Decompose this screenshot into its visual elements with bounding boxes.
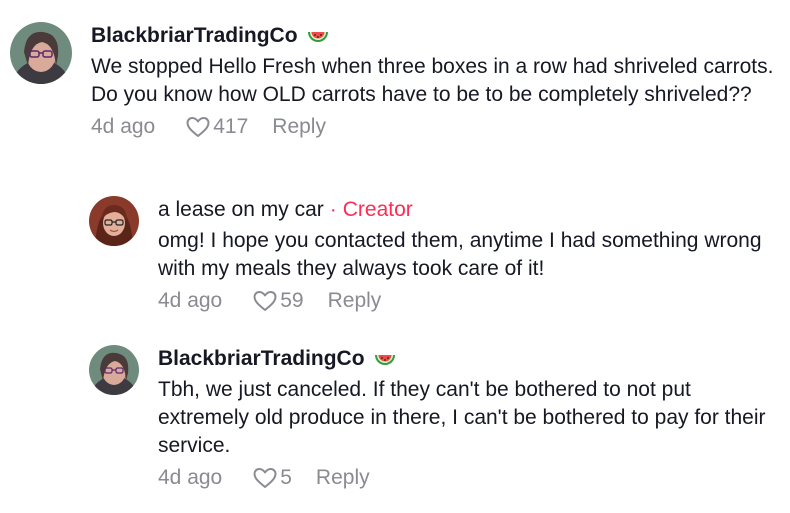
like-button[interactable]: 59 (252, 287, 304, 315)
comment-header: BlackbriarTradingCo (158, 345, 779, 373)
heart-icon (186, 117, 210, 137)
like-button[interactable]: 417 (185, 113, 248, 141)
comment-meta: 4d ago 59 Reply (158, 287, 779, 315)
avatar[interactable] (89, 196, 139, 246)
heart-icon (253, 468, 277, 488)
comment-body: a lease on my car · Creator omg! I hope … (158, 196, 779, 315)
comment-header: BlackbriarTradingCo (91, 22, 780, 50)
reply-comment: BlackbriarTradingCo Tbh, we just cancele… (89, 345, 779, 492)
avatar[interactable] (10, 22, 72, 84)
comment-body: BlackbriarTradingCo We stopped Hello Fre… (91, 22, 780, 141)
comment-date: 4d ago (158, 466, 223, 489)
reply-button[interactable]: Reply (328, 287, 382, 315)
comment-meta: 4d ago 417 Reply (91, 113, 780, 141)
like-count: 59 (280, 289, 304, 312)
comment-text: omg! I hope you contacted them, anytime … (158, 229, 762, 280)
comment: BlackbriarTradingCo We stopped Hello Fre… (10, 22, 780, 141)
watermelon-icon (373, 347, 397, 371)
comment-header: a lease on my car · Creator (158, 196, 779, 224)
reply-button[interactable]: Reply (272, 113, 326, 141)
username[interactable]: BlackbriarTradingCo (91, 22, 298, 50)
username[interactable]: BlackbriarTradingCo (158, 345, 365, 373)
comment-date: 4d ago (158, 289, 223, 312)
reply-comment: a lease on my car · Creator omg! I hope … (89, 196, 779, 315)
username[interactable]: a lease on my car (158, 196, 324, 224)
comment-text: Tbh, we just canceled. If they can't be … (158, 378, 766, 457)
like-button[interactable]: 5 (252, 464, 292, 492)
avatar[interactable] (89, 345, 139, 395)
watermelon-icon (306, 24, 330, 48)
creator-label: Creator (342, 198, 413, 221)
separator-dot: · (329, 198, 337, 221)
comment-date: 4d ago (91, 115, 156, 138)
comment-meta: 4d ago 5 Reply (158, 464, 779, 492)
like-count: 5 (280, 466, 292, 489)
comment-text: We stopped Hello Fresh when three boxes … (91, 55, 774, 106)
reply-button[interactable]: Reply (316, 464, 370, 492)
heart-icon (253, 291, 277, 311)
like-count: 417 (213, 115, 249, 138)
comment-body: BlackbriarTradingCo Tbh, we just cancele… (158, 345, 779, 492)
